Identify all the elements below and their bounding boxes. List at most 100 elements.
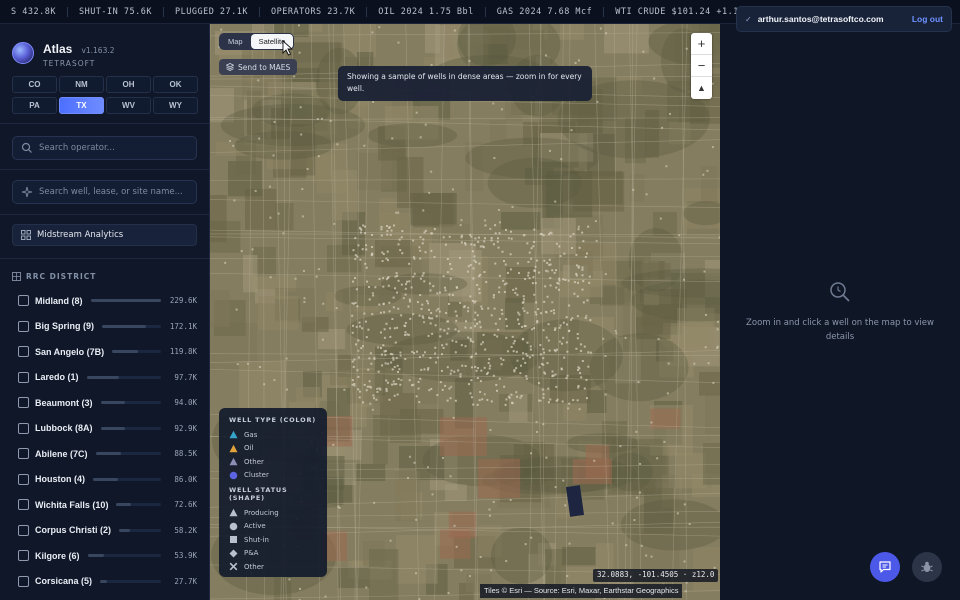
details-empty-text: Zoom in and click a well on the map to v…: [746, 318, 934, 342]
ticker-item: PLUGGED 27.1K: [164, 7, 261, 17]
district-checkbox[interactable]: [18, 371, 29, 383]
operator-search-input[interactable]: Search operator...: [39, 143, 115, 153]
district-bar-fill: [112, 350, 138, 354]
district-row[interactable]: Corpus Christi (2) 58.2K: [18, 518, 197, 544]
zoom-in-button[interactable]: +: [691, 33, 712, 55]
well-status-legend-title: WELL STATUS (SHAPE): [229, 486, 288, 502]
district-checkbox[interactable]: [18, 397, 29, 409]
triangle-icon: [229, 508, 238, 517]
chat-button[interactable]: [870, 552, 900, 582]
district-name: Corsicana (5): [35, 576, 93, 587]
district-bar-fill: [93, 477, 119, 481]
send-to-maes-button[interactable]: Send to MAES: [219, 59, 298, 75]
sampling-notice: Showing a sample of wells in dense areas…: [338, 66, 592, 101]
state-button-pa[interactable]: PA: [12, 97, 57, 114]
district-bar-fill: [100, 401, 126, 405]
brand-company: TETRASOFT: [43, 59, 96, 68]
well-search-input[interactable]: Search well, lease, or site name...: [39, 187, 183, 197]
legend-label: Cluster: [244, 471, 269, 480]
district-row[interactable]: Houston (4) 86.0K: [18, 467, 197, 493]
map-view[interactable]: Map Satellite Send to MAES Showing a sam…: [210, 24, 720, 600]
district-row[interactable]: San Angelo (7B) 119.8K: [18, 339, 197, 365]
well-search[interactable]: Search well, lease, or site name...: [12, 180, 197, 204]
district-row[interactable]: Beaumont (3) 94.0K: [18, 390, 197, 416]
legend-item-cluster: Cluster: [229, 469, 317, 483]
district-checkbox[interactable]: [18, 499, 29, 511]
legend-item-gas: Gas: [229, 428, 317, 442]
district-count: 86.0K: [174, 474, 197, 484]
logout-link[interactable]: Log out: [912, 14, 943, 24]
details-panel: ✓ arthur.santos@tetrasoftco.com Log out …: [720, 6, 960, 600]
zoom-controls: + − ▲: [691, 33, 712, 99]
district-list: Midland (8) 229.6K Big Spring (9) 172.1K San…: [0, 288, 209, 594]
user-email: arthur.santos@tetrasoftco.com: [757, 14, 884, 24]
state-button-tx[interactable]: TX: [59, 97, 104, 114]
district-bar: [100, 401, 161, 405]
district-row[interactable]: Kilgore (6) 53.9K: [18, 543, 197, 569]
map-toggle-button[interactable]: Map: [220, 34, 251, 49]
district-bar-fill: [100, 426, 125, 430]
district-row[interactable]: Lubbock (8A) 92.9K: [18, 416, 197, 442]
legend-label: Active: [244, 522, 266, 531]
district-row[interactable]: Midland (8) 229.6K: [18, 288, 197, 314]
district-row[interactable]: Wichita Falls (10) 72.6K: [18, 492, 197, 518]
district-row[interactable]: Big Spring (9) 172.1K: [18, 314, 197, 340]
chat-icon: [879, 561, 891, 573]
district-bar: [100, 426, 161, 430]
district-row[interactable]: Corsicana (5) 27.7K: [18, 569, 197, 595]
district-checkbox[interactable]: [18, 550, 29, 562]
brand-name: Atlas: [43, 42, 73, 56]
district-bar: [93, 477, 161, 481]
ticker-item: S 432.8K: [0, 7, 68, 17]
state-button-oh[interactable]: OH: [106, 76, 151, 93]
district-name: Lubbock (8A): [35, 423, 93, 434]
state-button-nm[interactable]: NM: [59, 76, 104, 93]
zoom-out-button[interactable]: −: [691, 55, 712, 77]
report-bug-button[interactable]: [912, 552, 942, 582]
district-bar: [95, 452, 161, 456]
district-count: 97.7K: [174, 372, 197, 382]
state-button-wy[interactable]: WY: [153, 97, 198, 114]
district-icon: [12, 271, 21, 281]
district-count: 53.9K: [174, 551, 197, 561]
district-count: 27.7K: [174, 576, 197, 586]
district-bar: [116, 503, 161, 507]
district-row[interactable]: Abilene (7C) 88.5K: [18, 441, 197, 467]
zoom-search-icon: [830, 282, 850, 302]
district-checkbox[interactable]: [18, 346, 29, 358]
grid-icon: [21, 230, 31, 240]
district-checkbox[interactable]: [18, 422, 29, 434]
legend-label: Other: [244, 562, 264, 571]
midstream-analytics-button[interactable]: Midstream Analytics: [12, 224, 197, 246]
legend-label: Oil: [244, 444, 254, 453]
state-button-ok[interactable]: OK: [153, 76, 198, 93]
district-checkbox[interactable]: [18, 448, 29, 460]
district-bar: [90, 299, 161, 303]
state-selector: CO NM OH OK PA TX WV WY: [0, 70, 209, 114]
midstream-analytics-label: Midstream Analytics: [37, 230, 124, 240]
well-status-legend: Producing Active Shut-in P&A Other: [229, 506, 317, 574]
state-button-wv[interactable]: WV: [106, 97, 151, 114]
district-count: 72.6K: [174, 500, 197, 510]
state-button-co[interactable]: CO: [12, 76, 57, 93]
ticker-item: WTI CRUDE $101.24 +1.1%: [615, 7, 745, 17]
district-checkbox[interactable]: [18, 320, 29, 332]
cursor-coordinates: 32.0883, -101.4505 · z12.0: [593, 569, 719, 582]
district-name: Beaumont (3): [35, 397, 93, 408]
district-bar-fill: [116, 503, 131, 507]
district-checkbox[interactable]: [18, 524, 29, 536]
legend-label: Other: [244, 457, 264, 466]
district-checkbox[interactable]: [18, 575, 29, 587]
ticker-item: OIL 2024 1.75 Bbl: [367, 7, 486, 17]
operator-search[interactable]: Search operator...: [12, 136, 197, 160]
diamond-icon: [229, 549, 238, 558]
compass-reset-button[interactable]: ▲: [691, 77, 712, 99]
district-name: Laredo (1): [35, 372, 79, 383]
district-count: 229.6K: [169, 296, 197, 306]
bug-icon: [921, 561, 933, 572]
ticker-item: SHUT-IN 75.6K: [68, 7, 164, 17]
legend-item-oil: Oil: [229, 442, 317, 456]
district-checkbox[interactable]: [18, 295, 29, 307]
district-checkbox[interactable]: [18, 473, 29, 485]
district-row[interactable]: Laredo (1) 97.7K: [18, 365, 197, 391]
